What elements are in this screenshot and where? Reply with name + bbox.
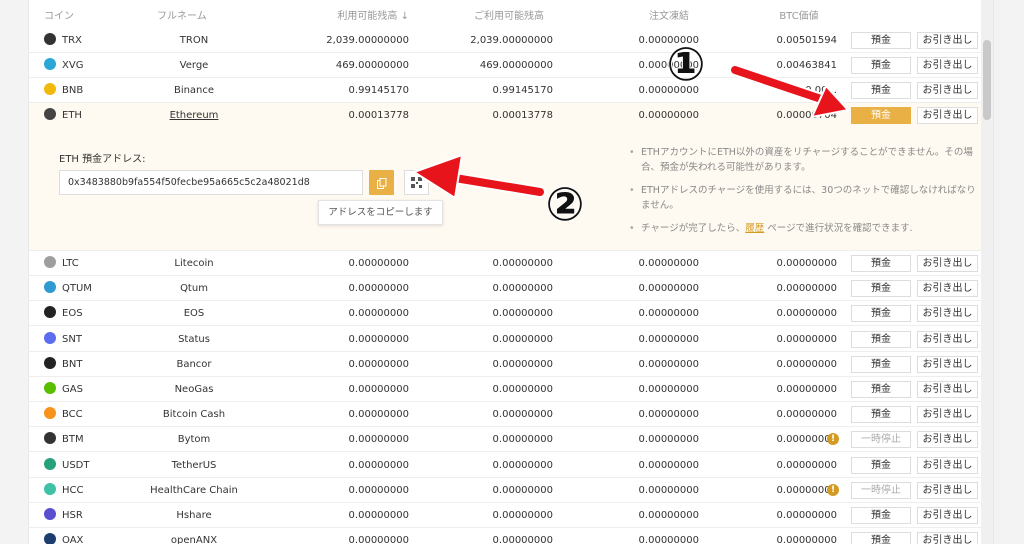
arrow-1 xyxy=(729,64,850,119)
arrow-2 xyxy=(411,153,546,200)
marker-1: ① xyxy=(667,37,706,91)
annotation-layer: ① ② xyxy=(411,36,850,232)
marker-2: ② xyxy=(546,177,585,231)
